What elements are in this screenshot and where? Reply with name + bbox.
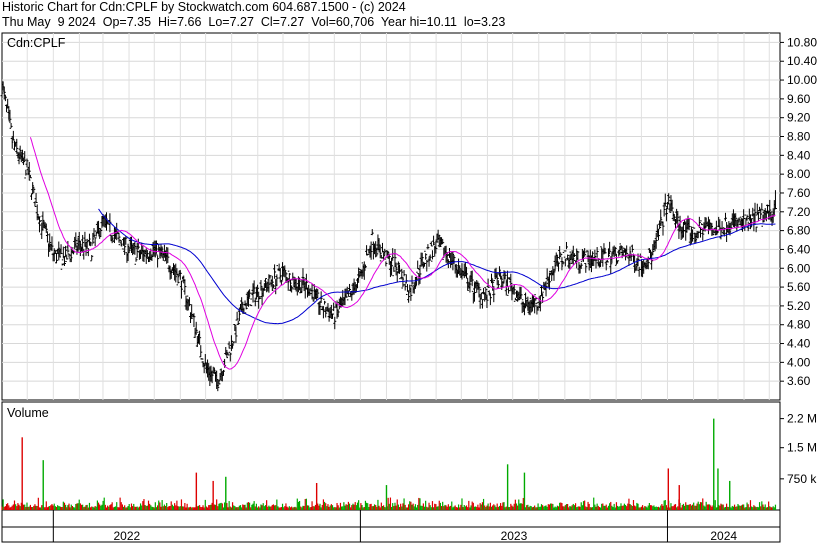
y-tick-label: 9.20	[787, 111, 811, 125]
y-tick-label: 4.40	[787, 337, 811, 351]
x-tick-label: 2023	[501, 529, 528, 543]
y-tick-label: 6.80	[787, 224, 811, 238]
volume-tick-label: 750 k	[787, 472, 817, 486]
chart-header: Historic Chart for Cdn:CPLF by Stockwatc…	[2, 0, 505, 30]
y-tick-label: 5.20	[787, 299, 811, 313]
x-tick-label: 2024	[710, 529, 737, 543]
y-tick-label: 10.80	[787, 35, 817, 49]
y-tick-label: 8.80	[787, 130, 811, 144]
volume-panel	[1, 401, 781, 511]
y-tick-label: 9.60	[787, 92, 811, 106]
volume-tick-label: 2.2 M	[787, 412, 817, 426]
y-tick-label: 8.40	[787, 148, 811, 162]
y-tick-label: 6.40	[787, 242, 811, 256]
x-tick-label: 2022	[114, 529, 141, 543]
y-tick-label: 4.80	[787, 318, 811, 332]
stock-chart: 10.80 10.40 10.00 9.60 9.20 8.80 8.40 8.00 7.60 7…	[0, 32, 817, 543]
price-panel	[1, 32, 781, 401]
volume-panel-label: Volume	[7, 406, 49, 420]
y-tick-label: 3.60	[787, 374, 811, 388]
y-tick-label: 10.40	[787, 54, 817, 68]
y-tick-label: 7.60	[787, 186, 811, 200]
header-line-2: Thu May 9 2024 Op=7.35 Hi=7.66 Lo=7.27 C…	[2, 15, 506, 29]
y-tick-label: 5.60	[787, 280, 811, 294]
y-tick-label: 6.00	[787, 261, 811, 275]
date-axis-strip	[1, 509, 781, 528]
y-tick-label: 4.00	[787, 355, 811, 369]
y-tick-label: 10.00	[787, 73, 817, 87]
header-line-1: Historic Chart for Cdn:CPLF by Stockwatc…	[2, 0, 406, 14]
price-panel-label: Cdn:CPLF	[7, 36, 66, 50]
y-tick-label: 7.20	[787, 205, 811, 219]
y-tick-label: 8.00	[787, 167, 811, 181]
volume-tick-label: 1.5 M	[787, 441, 817, 455]
